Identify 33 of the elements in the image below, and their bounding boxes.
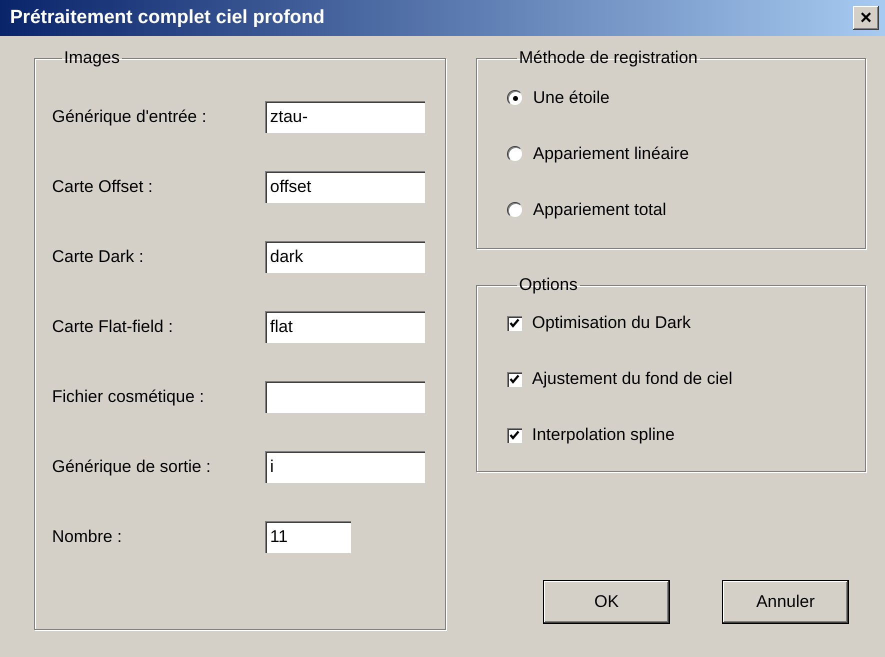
- text-field[interactable]: offset: [265, 171, 425, 203]
- radio-button[interactable]: [507, 146, 523, 162]
- field-label: Générique d'entrée :: [52, 107, 208, 127]
- field-label: Carte Dark :: [52, 247, 145, 267]
- field-label: Fichier cosmétique :: [52, 387, 206, 407]
- text-field[interactable]: i: [265, 451, 425, 483]
- checkbox-label: Interpolation spline: [532, 425, 675, 445]
- text-field[interactable]: ztau-: [265, 101, 425, 133]
- radio-button[interactable]: [507, 90, 523, 106]
- text-field[interactable]: flat: [265, 311, 425, 343]
- radio-label: Appariement total: [533, 200, 666, 220]
- cancel-button[interactable]: Annuler: [722, 580, 849, 624]
- radio-button[interactable]: [507, 202, 523, 218]
- text-field[interactable]: [265, 381, 425, 413]
- group-title: Images: [63, 48, 121, 68]
- checkbox-label: Optimisation du Dark: [532, 313, 691, 333]
- checkbox-label: Ajustement du fond de ciel: [532, 369, 732, 389]
- checkbox[interactable]: [507, 372, 522, 386]
- field-label: Carte Offset :: [52, 177, 154, 197]
- group-title: Options: [518, 275, 579, 295]
- text-field[interactable]: 11: [265, 521, 351, 553]
- checkbox[interactable]: [507, 428, 522, 442]
- field-label: Générique de sortie :: [52, 457, 212, 477]
- field-label: Carte Flat-field :: [52, 317, 174, 337]
- close-button[interactable]: ×: [853, 6, 879, 30]
- ok-button[interactable]: OK: [543, 580, 670, 624]
- radio-label: Appariement linéaire: [533, 144, 689, 164]
- group-title: Méthode de registration: [518, 48, 699, 68]
- radio-label: Une étoile: [533, 88, 610, 108]
- text-field[interactable]: dark: [265, 241, 425, 273]
- checkbox[interactable]: [507, 316, 522, 330]
- field-label: Nombre :: [52, 527, 123, 547]
- window-title: Prétraitement complet ciel profond: [10, 7, 325, 29]
